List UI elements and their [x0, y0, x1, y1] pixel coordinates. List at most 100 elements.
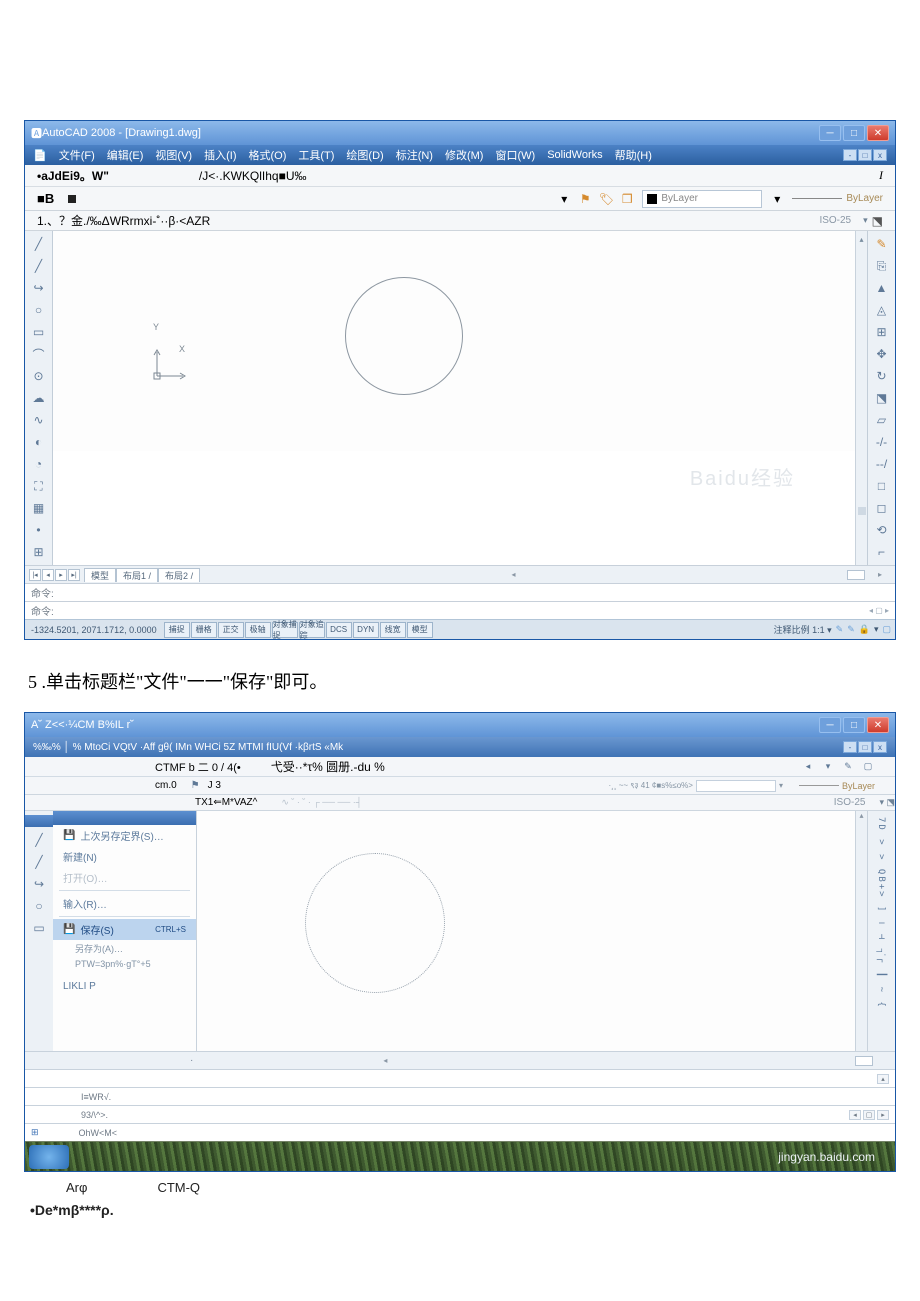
array-tool-icon[interactable]: ⊞ — [873, 323, 891, 341]
file-saveas-item[interactable]: 另存为(A)… — [53, 940, 196, 957]
dyn-toggle[interactable]: DYN — [353, 622, 379, 638]
fillet-tool-icon[interactable]: ⟲ — [873, 521, 891, 539]
box-icon[interactable]: ▢ — [861, 761, 875, 773]
command-line-2[interactable]: 命令: ◂ ▢ ▸ — [25, 601, 895, 619]
file-new-item[interactable]: 新建(N) — [53, 846, 196, 867]
vscrollbar-2[interactable]: ▴ — [855, 811, 867, 1051]
tab-layout1[interactable]: 布局1 / — [116, 568, 158, 582]
insert-tool-icon[interactable]: ⛶ — [30, 477, 48, 495]
explode-tool-icon[interactable]: ⌐ — [873, 543, 891, 561]
tab-layout2[interactable]: 布局2 / — [158, 568, 200, 582]
stretch-tool-icon[interactable]: ▱ — [873, 411, 891, 429]
stack-icon[interactable]: ❒ — [618, 190, 636, 208]
mdi-min-button[interactable]: - — [843, 149, 857, 161]
tab-last-button[interactable]: ▸| — [68, 569, 80, 581]
dcs-toggle[interactable]: DCS — [326, 622, 352, 638]
polyline-tool-icon[interactable]: ↪ — [30, 279, 48, 297]
osnap-toggle[interactable]: 对象捕捉 — [272, 622, 298, 638]
xline-tool-icon[interactable]: ╱ — [30, 257, 48, 275]
polygon-tool-icon[interactable]: ○ — [30, 301, 48, 319]
command-input-2[interactable]: ⊞ OhW<M< — [25, 1123, 895, 1141]
minimize-button[interactable]: ─ — [819, 125, 841, 141]
file-save-item[interactable]: 💾 保存(S) CTRL+S — [53, 919, 196, 940]
rotate-tool-icon[interactable]: ↻ — [873, 367, 891, 385]
dropdown-icon[interactable]: ▾ — [768, 190, 786, 208]
mdi-min-2[interactable]: - — [843, 741, 857, 753]
snap-toggle[interactable]: 捕捉 — [164, 622, 190, 638]
lwt-toggle[interactable]: 线宽 — [380, 622, 406, 638]
break-tool-icon[interactable]: □ — [873, 477, 891, 495]
cloud-tool-icon[interactable]: ☁ — [30, 389, 48, 407]
tab-prev-button[interactable]: ◂ — [42, 569, 54, 581]
linetype-control[interactable]: ByLayer — [792, 193, 883, 204]
tab-next-button[interactable]: ▸ — [55, 569, 67, 581]
chamfer-tool-icon[interactable]: ◻ — [873, 499, 891, 517]
spline-tool-icon[interactable]: ∿ — [30, 411, 48, 429]
maximize-button[interactable]: □ — [843, 125, 865, 141]
tab-model[interactable]: 模型 — [84, 568, 116, 582]
scroll-up-icon[interactable]: ▴ — [877, 1074, 889, 1084]
tab-first-button[interactable]: |◂ — [29, 569, 41, 581]
layer-control-2[interactable]: ·¸¸ ~~ ९३ 41 ¢■s%≤o%> ▾ — [608, 780, 782, 792]
anno-scale[interactable]: 注释比例 1:1 ▾ — [774, 623, 832, 636]
menu-edit[interactable]: 编辑(E) — [107, 147, 144, 163]
more-tool-icon[interactable]: ⊞ — [30, 543, 48, 561]
menu-format[interactable]: 格式(O) — [248, 147, 286, 163]
dim-style-2[interactable]: ISO-25 — [834, 797, 866, 808]
arc-tool-icon[interactable]: ⌒ — [30, 345, 48, 363]
pline-icon-2[interactable]: ↪ — [30, 875, 48, 893]
mdi-restore-button[interactable]: □ — [858, 149, 872, 161]
line-tool-icon[interactable]: ╱ — [30, 235, 48, 253]
erase-tool-icon[interactable]: ✎ — [873, 235, 891, 253]
mdi-restore-2[interactable]: □ — [858, 741, 872, 753]
circle-tool-icon[interactable]: ⊙ — [30, 367, 48, 385]
mdi-close-2[interactable]: x — [873, 741, 887, 753]
drawing-canvas[interactable]: Y X Baidu经验 — [53, 231, 855, 451]
dropdown-icon-2[interactable]: ▾ — [821, 761, 835, 773]
close-button[interactable]: ✕ — [867, 125, 889, 141]
dim-style[interactable]: ISO-25 — [819, 215, 851, 226]
mdi-close-button[interactable]: x — [873, 149, 887, 161]
anno-vis-icon[interactable]: ✎ — [836, 624, 844, 635]
hscroll-thumb[interactable] — [847, 570, 865, 580]
layer-dropdown[interactable]: ByLayer — [642, 190, 762, 208]
start-button[interactable] — [29, 1145, 69, 1169]
arrow-down-icon[interactable]: ▾ — [555, 190, 573, 208]
paint-icon[interactable]: ✎ — [841, 761, 855, 773]
anno-scale-icon[interactable]: ⬔ — [872, 214, 883, 228]
anno-auto-icon[interactable]: ✎ — [847, 624, 855, 635]
menu-help[interactable]: 帮助(H) — [615, 147, 652, 163]
menu-window[interactable]: 窗口(W) — [495, 147, 535, 163]
file-import-item[interactable]: 输入(R)… — [53, 893, 196, 914]
xline-icon-2[interactable]: ╱ — [30, 853, 48, 871]
scale-tool-icon[interactable]: ⬔ — [873, 389, 891, 407]
ellipse-arc-icon[interactable]: ◔ — [30, 455, 48, 473]
mirror-tool-icon[interactable]: ▲ — [873, 279, 891, 297]
maximize-button-2[interactable]: □ — [843, 717, 865, 733]
rectangle-tool-icon[interactable]: ▭ — [30, 323, 48, 341]
model-toggle[interactable]: 模型 — [407, 622, 433, 638]
flag-icon-2[interactable]: ⚑ — [191, 780, 200, 791]
menu-draw[interactable]: 绘图(D) — [346, 147, 383, 163]
menu-insert[interactable]: 插入(I) — [204, 147, 236, 163]
circle-icon-2[interactable]: ○ — [30, 897, 48, 915]
lock-icon[interactable]: 🔒 — [859, 624, 870, 635]
status-box-icon[interactable]: ▾ — [874, 624, 879, 635]
close-button-2[interactable]: ✕ — [867, 717, 889, 733]
tag-icon[interactable]: 🏷 — [597, 190, 615, 208]
move-tool-icon[interactable]: ✥ — [873, 345, 891, 363]
file-recent-item[interactable]: 💾 上次另存定界(S)… — [53, 825, 196, 846]
rect-icon-2[interactable]: ▭ — [30, 919, 48, 937]
offset-tool-icon[interactable]: ◬ — [873, 301, 891, 319]
ellipse-tool-icon[interactable]: ◐ — [30, 433, 48, 451]
minimize-button-2[interactable]: ─ — [819, 717, 841, 733]
hscroll-2[interactable] — [855, 1056, 873, 1066]
menu-solidworks[interactable]: SolidWorks — [547, 149, 602, 161]
chevron-down-icon[interactable]: ▾ — [863, 215, 868, 226]
linetype-control-2[interactable]: ByLayer — [799, 781, 875, 791]
point-tool-icon[interactable]: • — [30, 521, 48, 539]
trim-tool-icon[interactable]: -/- — [873, 433, 891, 451]
ortho-toggle[interactable]: 正交 — [218, 622, 244, 638]
otrack-toggle[interactable]: 对象追踪 — [299, 622, 325, 638]
menu-dim[interactable]: 标注(N) — [396, 147, 433, 163]
